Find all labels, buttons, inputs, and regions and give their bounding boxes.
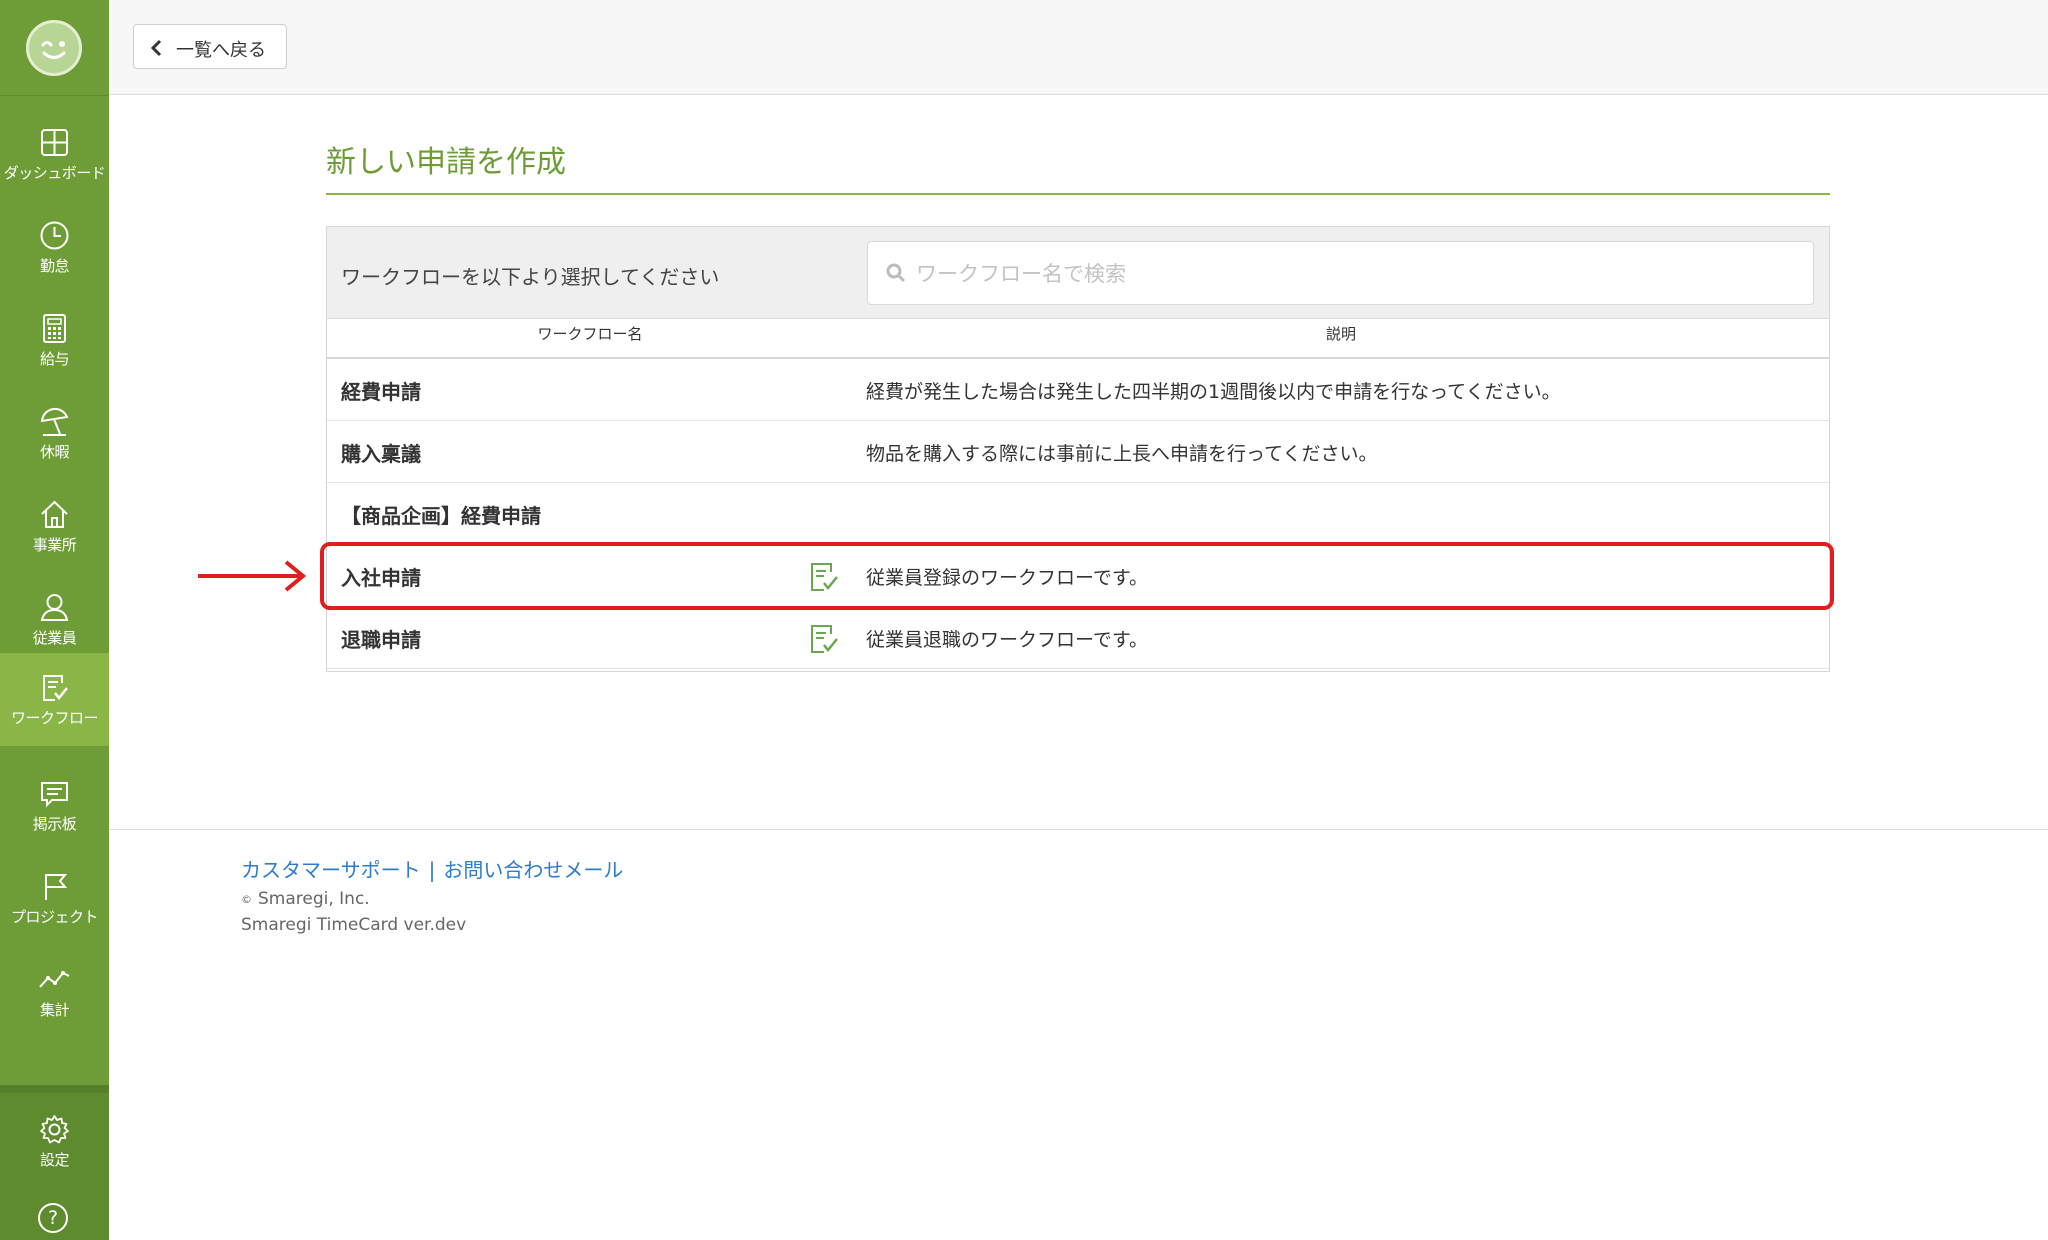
sidebar-item-label: 休暇 <box>39 443 70 461</box>
logo[interactable] <box>26 20 82 76</box>
chat-icon <box>41 782 68 808</box>
topbar: 一覧へ戻る <box>109 0 2048 95</box>
home-icon <box>41 500 68 528</box>
sidebar-item-leave[interactable]: 休暇 <box>0 387 109 480</box>
workflow-name: 退職申請 <box>341 628 421 652</box>
page-title: 新しい申請を作成 <box>326 145 566 180</box>
customer-support-link[interactable]: カスタマーサポート <box>241 858 421 882</box>
search-icon <box>886 263 906 283</box>
sidebar-item-label: 給与 <box>39 350 70 368</box>
line-chart-icon <box>39 971 70 988</box>
workflow-name: 購入稟議 <box>341 442 421 466</box>
sidebar-item-label: ダッシュボード <box>3 164 106 182</box>
back-to-list-button[interactable]: 一覧へ戻る <box>133 24 287 69</box>
sidebar-item-summary[interactable]: 集計 <box>0 945 109 1038</box>
sidebar-item-board[interactable]: 掲示板 <box>0 759 109 852</box>
footer-divider <box>109 829 2048 830</box>
title-underline <box>326 193 1830 195</box>
dashboard-icon <box>41 129 68 156</box>
sidebar-item-settings[interactable]: 設定 <box>0 1107 109 1187</box>
sidebar-item-label: プロジェクト <box>10 908 99 926</box>
annotation-highlight-box <box>320 542 1834 610</box>
help-button[interactable]: ? <box>38 1203 68 1233</box>
table-row[interactable]: 購入稟議 物品を購入する際には事前に上長へ申請を行ってください。 <box>327 421 1829 483</box>
workflow-icon <box>43 675 68 701</box>
sidebar-item-label: 事業所 <box>32 536 77 554</box>
workflow-description: 従業員退職のワークフローです。 <box>866 629 1148 651</box>
workflow-name: 経費申請 <box>341 380 421 404</box>
table-row[interactable]: 経費申請 経費が発生した場合は発生した四半期の1週間後以内で申請を行なってくださ… <box>327 359 1829 421</box>
sidebar-bottom: 設定 ? <box>0 1085 109 1240</box>
sidebar-item-label: 設定 <box>39 1151 70 1169</box>
sidebar-item-label: ワークフロー <box>10 709 99 727</box>
annotation-arrow-icon <box>198 560 307 592</box>
help-icon: ? <box>47 1207 59 1229</box>
sidebar-divider <box>0 95 109 96</box>
clock-icon <box>40 221 69 250</box>
calculator-icon <box>43 314 66 343</box>
sidebar-item-payroll[interactable]: 給与 <box>0 294 109 387</box>
table-row[interactable]: 退職申請 従業員退職のワークフローです。 <box>327 607 1829 669</box>
sidebar-item-label: 従業員 <box>32 629 77 647</box>
employee-workflow-icon <box>811 625 838 653</box>
sidebar-item-workflow[interactable]: ワークフロー <box>0 653 109 746</box>
workflow-description: 経費が発生した場合は発生した四半期の1週間後以内で申請を行なってください。 <box>866 381 1561 403</box>
flag-icon <box>45 874 68 900</box>
copyright: © Smaregi, Inc. <box>241 889 370 909</box>
search-input[interactable] <box>914 256 1798 292</box>
sidebar-item-attendance[interactable]: 勤怠 <box>0 201 109 294</box>
column-header-name: ワークフロー名 <box>537 325 643 343</box>
contact-mail-link[interactable]: お問い合わせメール <box>443 858 623 882</box>
footer-links: カスタマーサポート | お問い合わせメール <box>241 854 623 883</box>
select-prompt: ワークフローを以下より選択してください <box>341 265 720 289</box>
workflow-name: 【商品企画】経費申請 <box>341 504 541 528</box>
panel-header: ワークフローを以下より選択してください <box>327 227 1829 319</box>
back-button-label: 一覧へ戻る <box>176 40 266 61</box>
beach-umbrella-icon <box>40 407 69 436</box>
sidebar-bottom-shadow <box>0 1085 109 1093</box>
gear-icon <box>40 1115 69 1144</box>
table-row[interactable]: 【商品企画】経費申請 <box>327 483 1829 545</box>
sidebar-item-label: 掲示板 <box>32 815 77 833</box>
sidebar-item-label: 勤怠 <box>39 257 70 275</box>
sidebar-item-label: 集計 <box>39 1001 70 1019</box>
copyright-text: Smaregi, Inc. <box>258 889 370 909</box>
user-icon <box>40 594 69 621</box>
sidebar-item-office[interactable]: 事業所 <box>0 480 109 573</box>
sidebar-item-project[interactable]: プロジェクト <box>0 852 109 945</box>
workflow-description: 物品を購入する際には事前に上長へ申請を行ってください。 <box>866 443 1378 465</box>
sidebar-item-dashboard[interactable]: ダッシュボード <box>0 108 109 201</box>
column-header-description: 説明 <box>1325 325 1356 343</box>
app-version: Smaregi TimeCard ver.dev <box>241 915 467 935</box>
copyright-symbol: © <box>241 892 252 906</box>
chevron-left-icon <box>150 39 162 57</box>
sidebar: ダッシュボード 勤怠 給与 休暇 事業所 従業員 ワークフロー 掲示板 プロジェ… <box>0 0 109 1240</box>
search-box[interactable] <box>867 241 1814 305</box>
footer-link-separator: | <box>428 858 436 882</box>
